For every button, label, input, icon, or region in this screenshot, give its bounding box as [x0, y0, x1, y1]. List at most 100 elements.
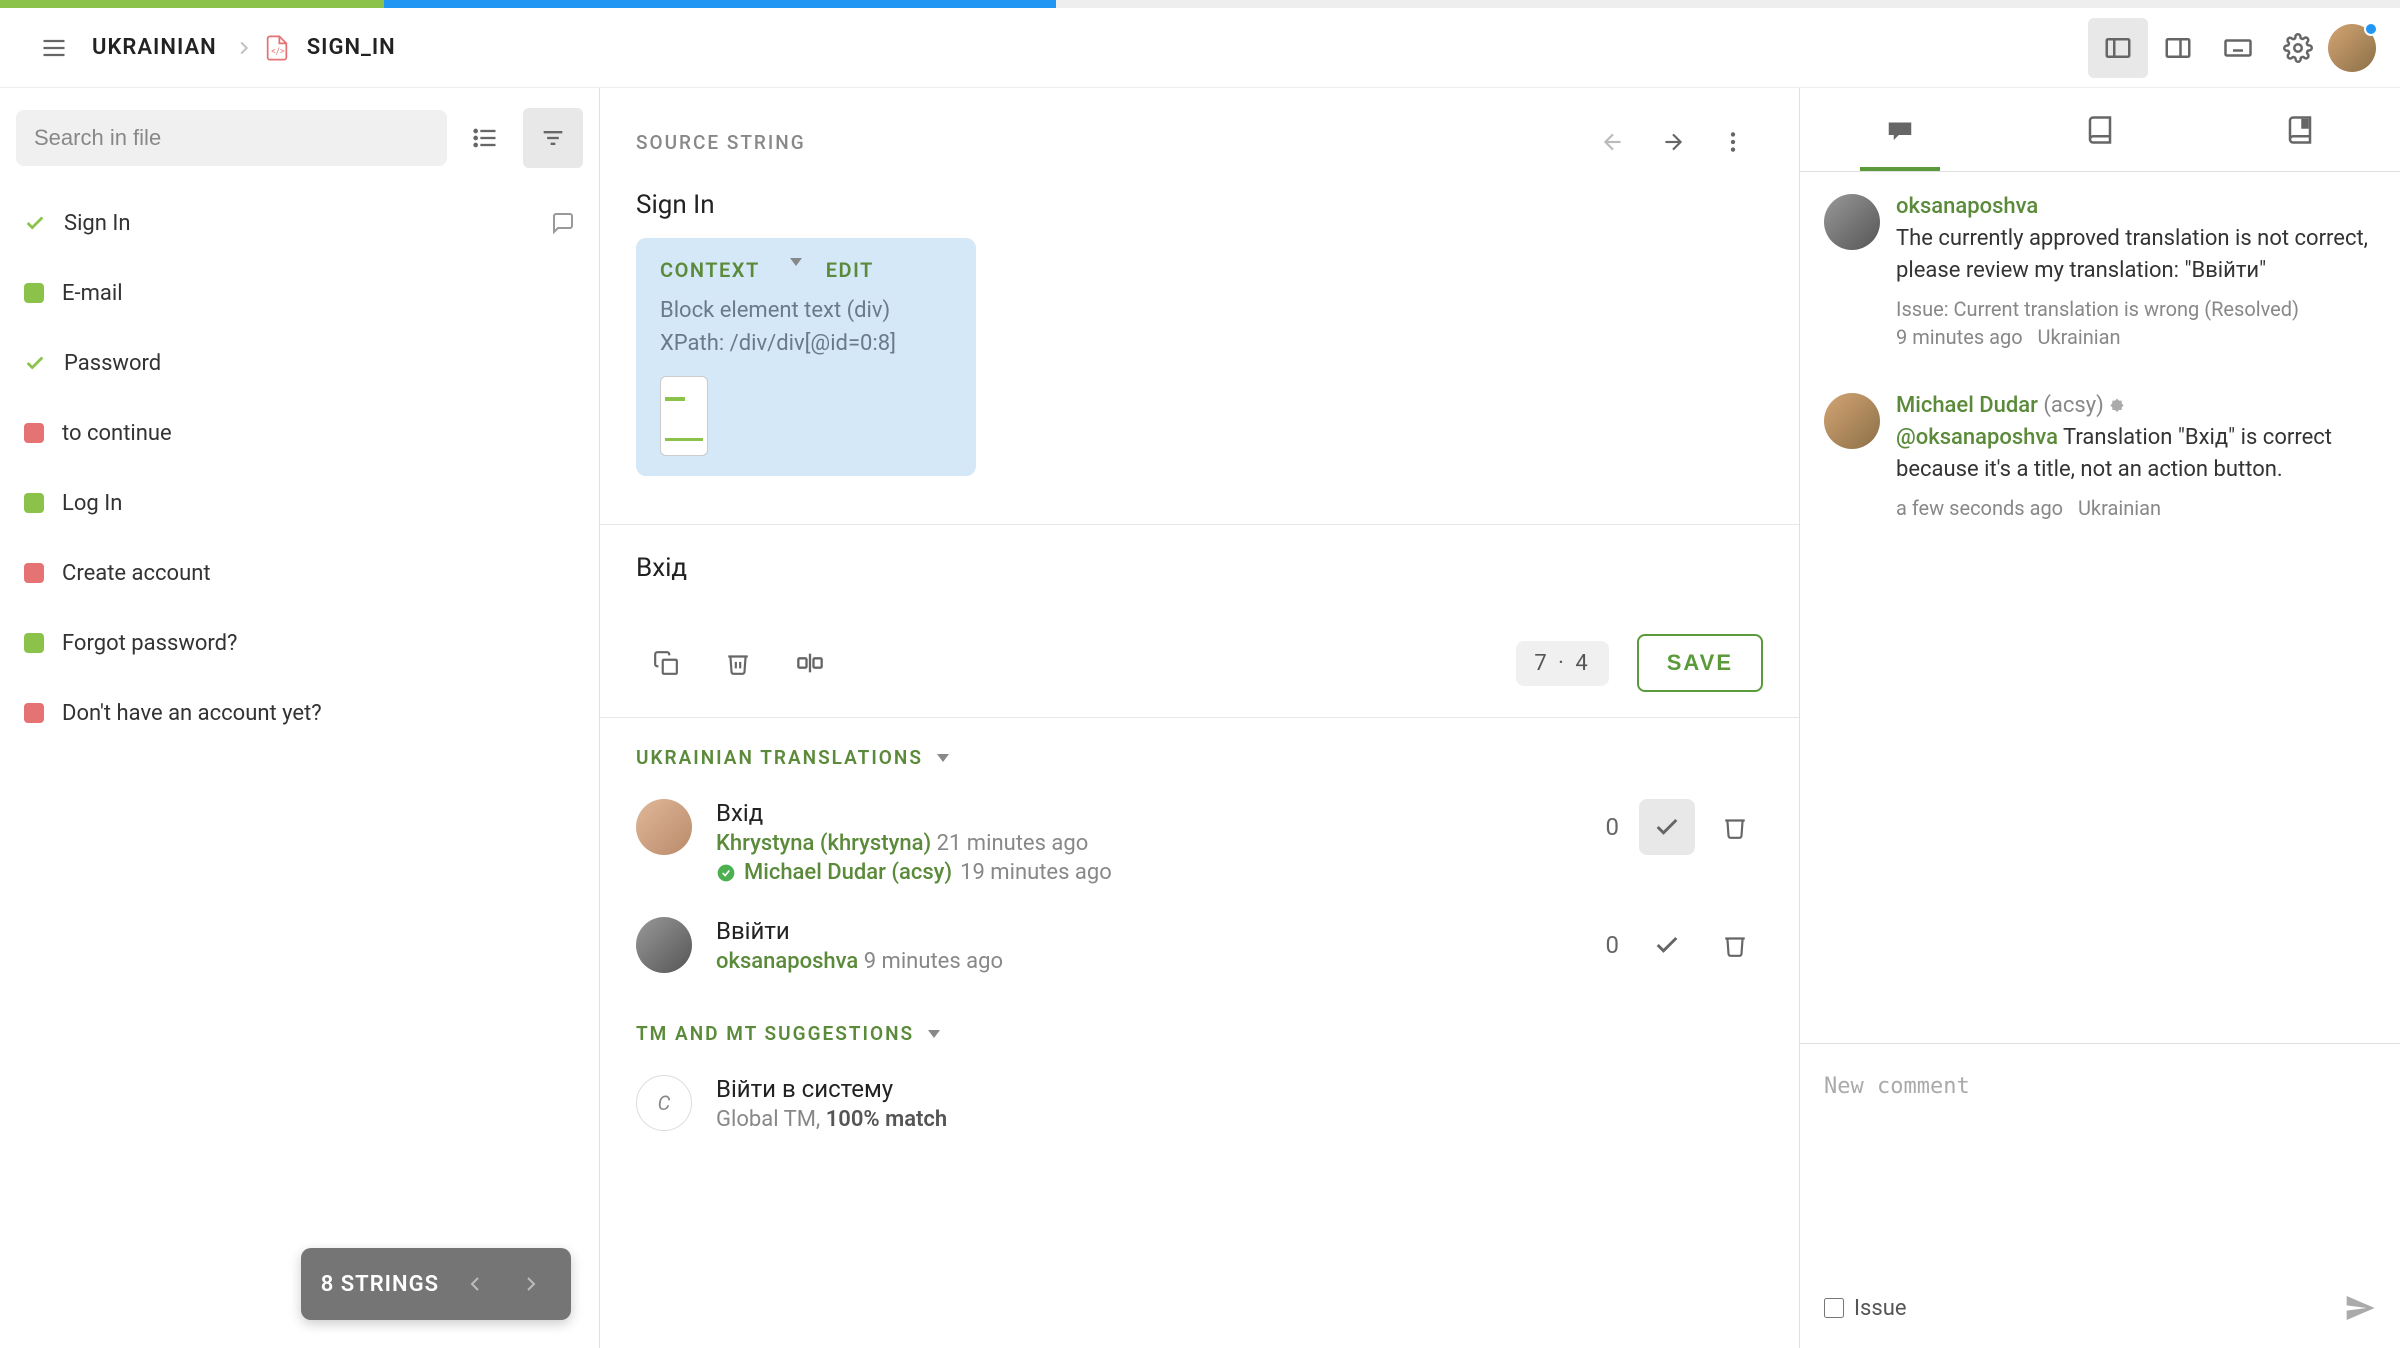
tab-file-context[interactable] [2200, 88, 2400, 171]
copy-source-icon[interactable] [636, 633, 696, 693]
delete-icon[interactable] [1707, 799, 1763, 855]
user-avatar[interactable] [2328, 24, 2376, 72]
breadcrumb-language[interactable]: UKRAINIAN [92, 35, 217, 60]
string-label: Create account [62, 561, 211, 586]
suggestion-author[interactable]: Khrystyna (khrystyna) [716, 831, 931, 856]
progress-bar [0, 0, 2400, 8]
status-dot [24, 633, 44, 653]
clear-icon[interactable] [708, 633, 768, 693]
comment-author[interactable]: oksanaposhva [1896, 194, 2376, 219]
comment-meta: a few seconds ago Ukrainian [1896, 496, 2376, 520]
comment-meta: 9 minutes ago Ukrainian [1896, 325, 2376, 349]
tm-header[interactable]: TM AND MT SUGGESTIONS [600, 994, 1799, 1063]
suggestion-author[interactable]: oksanaposhva [716, 949, 858, 974]
comment-icon [551, 211, 575, 235]
avatar [636, 917, 692, 973]
translations-header[interactable]: UKRAINIAN TRANSLATIONS [600, 718, 1799, 787]
suggestion-item[interactable]: Ввійти oksanaposhva 9 minutes ago 0 [600, 905, 1799, 994]
gear-icon[interactable] [2268, 18, 2328, 78]
string-label: E-mail [62, 281, 123, 306]
suggestion-item[interactable]: Вхід Khrystyna (khrystyna) 21 minutes ag… [600, 787, 1799, 905]
context-box: CONTEXT EDIT Block element text (div) XP… [636, 238, 976, 476]
string-list-item[interactable]: Create account [0, 538, 599, 608]
suggestion-text: Вхід [716, 799, 1582, 827]
string-list-item[interactable]: Log In [0, 468, 599, 538]
approve-icon[interactable] [1639, 917, 1695, 973]
insert-cursor-icon[interactable] [780, 633, 840, 693]
svg-text:</>: </> [271, 45, 285, 56]
status-dot [24, 423, 44, 443]
save-button[interactable]: SAVE [1637, 634, 1763, 692]
send-icon[interactable] [2344, 1292, 2376, 1324]
approve-icon[interactable] [1639, 799, 1695, 855]
string-label: Forgot password? [62, 631, 237, 656]
chevron-right-icon [233, 37, 255, 59]
strings-count-pill: 8 STRINGS [301, 1248, 571, 1320]
list-icon[interactable] [455, 108, 515, 168]
suggestion-score: 0 [1606, 931, 1620, 959]
layout-full-icon[interactable] [2148, 18, 2208, 78]
status-dot [24, 703, 44, 723]
editor-panel: SOURCE STRING Sign In CONTEXT [600, 88, 1800, 1348]
chevron-down-icon [790, 258, 802, 266]
string-label: Password [64, 351, 161, 376]
breadcrumb-file[interactable]: SIGN_IN [307, 35, 396, 60]
prev-string-icon[interactable] [1583, 112, 1643, 172]
source-string-text: Sign In [636, 190, 1763, 220]
string-label: to continue [62, 421, 172, 446]
layout-left-icon[interactable] [2088, 18, 2148, 78]
comment-author[interactable]: Michael Dudar (acsy) [1896, 393, 2376, 418]
tab-comments[interactable] [1800, 88, 2000, 171]
comment-text: The currently approved translation is no… [1896, 223, 2376, 287]
menu-icon[interactable] [24, 18, 84, 78]
context-line-2: XPath: /div/div[@id=0:8] [660, 327, 952, 360]
string-list-item[interactable]: Don't have an account yet? [0, 678, 599, 748]
translation-input[interactable]: Вхід [600, 525, 1799, 625]
suggestion-approver[interactable]: Michael Dudar (acsy) [744, 860, 952, 885]
suggestion-text: Ввійти [716, 917, 1582, 945]
more-icon[interactable] [1703, 112, 1763, 172]
delete-icon[interactable] [1707, 917, 1763, 973]
app-header: UKRAINIAN </> SIGN_IN [0, 8, 2400, 88]
comment-text: @oksanaposhva Translation "Вхід" is corr… [1896, 422, 2376, 486]
string-list-item[interactable]: Password [0, 328, 599, 398]
string-label: Sign In [64, 211, 131, 236]
next-string-icon[interactable] [1643, 112, 1703, 172]
filter-icon[interactable] [523, 108, 583, 168]
string-list-item[interactable]: Forgot password? [0, 608, 599, 678]
string-list-item[interactable]: Sign In [0, 188, 599, 258]
keyboard-icon[interactable] [2208, 18, 2268, 78]
string-label: Don't have an account yet? [62, 701, 322, 726]
issue-checkbox[interactable]: Issue [1824, 1296, 1907, 1321]
string-label: Log In [62, 491, 122, 516]
comments-panel: oksanaposhva The currently approved trans… [1800, 88, 2400, 1348]
context-edit-button[interactable]: EDIT [826, 258, 874, 282]
source-string-label: SOURCE STRING [636, 131, 806, 154]
tm-icon: C [636, 1075, 692, 1131]
tm-suggestion-item[interactable]: C Війти в систему Global TM, 100% match [600, 1063, 1799, 1152]
new-comment-input[interactable] [1824, 1062, 2376, 1262]
chevron-down-icon [937, 754, 949, 762]
tm-match: 100% match [826, 1107, 947, 1132]
avatar [636, 799, 692, 855]
char-count: 7 · 4 [1516, 641, 1608, 686]
prev-page-icon[interactable] [455, 1264, 495, 1304]
comment-item: Michael Dudar (acsy) @oksanaposhva Trans… [1824, 371, 2376, 542]
tm-suggestion-text: Війти в систему [716, 1075, 1763, 1103]
tab-terms[interactable] [2000, 88, 2200, 171]
check-icon [24, 352, 46, 374]
status-dot [24, 493, 44, 513]
next-page-icon[interactable] [511, 1264, 551, 1304]
context-label[interactable]: CONTEXT [660, 258, 760, 282]
file-icon: </> [263, 34, 299, 62]
approved-check-icon [716, 863, 736, 883]
avatar [1824, 393, 1880, 449]
status-dot [24, 283, 44, 303]
search-input[interactable] [16, 110, 447, 166]
avatar [1824, 194, 1880, 250]
chevron-down-icon [928, 1030, 940, 1038]
context-thumbnail[interactable] [660, 376, 708, 456]
strings-count: 8 STRINGS [321, 1272, 439, 1297]
string-list-item[interactable]: to continue [0, 398, 599, 468]
string-list-item[interactable]: E-mail [0, 258, 599, 328]
